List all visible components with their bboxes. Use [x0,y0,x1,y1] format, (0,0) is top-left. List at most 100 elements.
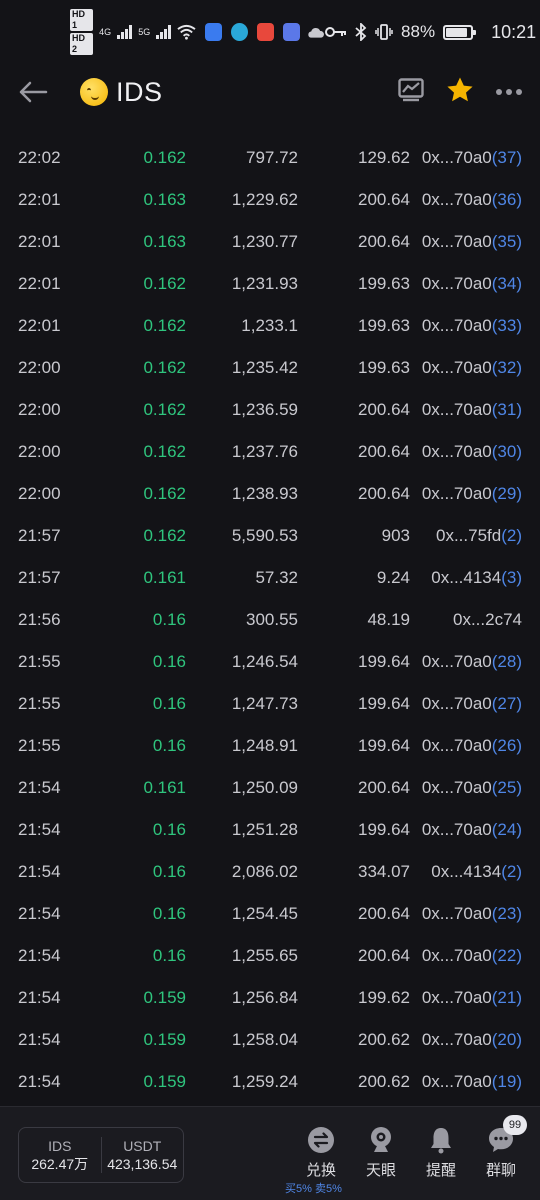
trade-amount: 1,233.1 [241,316,298,335]
trade-price: 0.16 [152,652,186,671]
trade-row[interactable]: 21:57 0.161 57.32 9.24 0x...4134(3) [0,556,540,598]
trade-row[interactable]: 22:00 0.162 1,238.93 200.64 0x...70a0(29… [0,472,540,514]
network-type-2: 5G [138,27,151,37]
trade-address[interactable]: 0x...70a0(36) [422,190,522,210]
trade-amount: 1,229.62 [231,190,298,209]
trade-price: 0.159 [143,1030,186,1049]
trade-row[interactable]: 22:01 0.163 1,230.77 200.64 0x...70a0(35… [0,220,540,262]
trade-count: (2) [501,526,522,545]
wifi-icon [177,24,196,40]
trade-row[interactable]: 22:01 0.163 1,229.62 200.64 0x...70a0(36… [0,178,540,220]
trade-address[interactable]: 0x...70a0(31) [422,400,522,420]
trade-address-text: 0x...70a0 [421,148,492,167]
more-button[interactable] [496,89,522,95]
trade-price: 0.162 [143,274,186,293]
trade-time: 21:54 [18,946,61,965]
trade-row[interactable]: 21:54 0.16 1,255.65 200.64 0x...70a0(22) [0,934,540,976]
trade-address[interactable]: 0x...70a0(33) [422,316,522,336]
trade-amount: 1,247.73 [231,694,298,713]
trade-value: 200.64 [358,232,410,251]
trade-row[interactable]: 21:54 0.16 1,251.28 199.64 0x...70a0(24) [0,808,540,850]
hd-indicator: HD 1 HD 2 [70,9,94,55]
key-icon [325,27,347,37]
trade-address[interactable]: 0x...70a0(29) [422,484,522,504]
trade-address-text: 0x...70a0 [421,820,492,839]
trade-row[interactable]: 21:57 0.162 5,590.53 903 0x...75fd(2) [0,514,540,556]
trade-price: 0.162 [143,442,186,461]
trade-address[interactable]: 0x...2c74 [453,610,522,630]
trade-count: (2) [501,862,522,881]
trade-row[interactable]: 21:55 0.16 1,246.54 199.64 0x...70a0(28) [0,640,540,682]
bottom-bar: IDS 262.47万 USDT 423,136.54 兑换 天眼 提醒 群聊 [0,1106,540,1200]
trade-address[interactable]: 0x...4134(2) [431,862,522,882]
trade-value: 199.64 [358,652,410,671]
trade-row[interactable]: 22:00 0.162 1,236.59 200.64 0x...70a0(31… [0,388,540,430]
trade-address[interactable]: 0x...70a0(27) [422,694,522,714]
trade-time: 21:55 [18,736,61,755]
trade-address[interactable]: 0x...70a0(30) [422,442,522,462]
vibrate-icon [375,24,393,40]
trade-address[interactable]: 0x...70a0(19) [422,1072,522,1092]
trade-value: 199.63 [358,316,410,335]
trade-address[interactable]: 0x...4134(3) [431,568,522,588]
token-logo-icon [80,78,108,106]
trade-row[interactable]: 21:56 0.16 300.55 48.19 0x...2c74 [0,598,540,640]
trade-address[interactable]: 0x...70a0(37) [422,148,522,168]
trade-address[interactable]: 0x...70a0(20) [422,1030,522,1050]
trade-row[interactable]: 21:54 0.159 1,258.04 200.62 0x...70a0(20… [0,1018,540,1060]
quote-balance-value: 423,136.54 [107,1156,178,1172]
trade-address[interactable]: 0x...75fd(2) [436,526,522,546]
trade-address[interactable]: 0x...70a0(21) [422,988,522,1008]
trade-address-text: 0x...4134 [431,862,502,881]
back-button[interactable] [18,72,58,112]
app-notification-icon-3 [257,23,275,41]
trade-row[interactable]: 21:54 0.161 1,250.09 200.64 0x...70a0(25… [0,766,540,808]
cloud-icon [308,28,325,38]
trade-row[interactable]: 21:55 0.16 1,247.73 199.64 0x...70a0(27) [0,682,540,724]
favorite-button[interactable] [446,76,474,108]
trade-count: (37) [491,148,522,167]
chart-button[interactable] [398,77,424,107]
trade-row[interactable]: 21:54 0.16 1,254.45 200.64 0x...70a0(23) [0,892,540,934]
balance-box[interactable]: IDS 262.47万 USDT 423,136.54 [18,1127,184,1183]
trade-row[interactable]: 22:01 0.162 1,231.93 199.63 0x...70a0(34… [0,262,540,304]
trade-address[interactable]: 0x...70a0(34) [422,274,522,294]
trade-address[interactable]: 0x...70a0(25) [422,778,522,798]
trade-value: 200.62 [358,1072,410,1091]
trade-address[interactable]: 0x...70a0(24) [422,820,522,840]
trade-row[interactable]: 22:00 0.162 1,237.76 200.64 0x...70a0(30… [0,430,540,472]
alert-label: 提醒 [425,1162,456,1179]
watch-button[interactable]: 天眼 [351,1125,411,1180]
trade-row[interactable]: 21:55 0.16 1,248.91 199.64 0x...70a0(26) [0,724,540,766]
trade-row[interactable]: 22:01 0.162 1,233.1 199.63 0x...70a0(33) [0,304,540,346]
status-bar: HD 1 HD 2 4G 5G 88% 10:21 [0,0,540,64]
trade-price: 0.159 [143,1072,186,1091]
trade-row[interactable]: 21:54 0.16 2,086.02 334.07 0x...4134(2) [0,850,540,892]
trade-amount: 57.32 [255,568,298,587]
trade-address[interactable]: 0x...70a0(23) [422,904,522,924]
trade-time: 21:57 [18,526,61,545]
trade-price: 0.161 [143,568,186,587]
trade-amount: 1,236.59 [231,400,298,419]
alert-button[interactable]: 提醒 [411,1125,471,1180]
trade-address[interactable]: 0x...70a0(32) [422,358,522,378]
trade-address-text: 0x...70a0 [421,400,492,419]
trade-address[interactable]: 0x...70a0(28) [422,652,522,672]
trade-address[interactable]: 0x...70a0(22) [422,946,522,966]
trade-value: 200.64 [358,442,410,461]
trade-row[interactable]: 21:54 0.159 1,256.84 199.62 0x...70a0(21… [0,976,540,1018]
trade-address[interactable]: 0x...70a0(26) [422,736,522,756]
quote-balance-label: USDT [123,1138,162,1154]
trade-row[interactable]: 22:02 0.162 797.72 129.62 0x...70a0(37) [0,136,540,178]
battery-percent: 88% [401,22,436,41]
nav-actions [398,76,522,108]
trade-address-text: 0x...70a0 [421,736,492,755]
trade-address[interactable]: 0x...70a0(35) [422,232,522,252]
swap-button[interactable]: 兑换 [291,1125,351,1180]
trade-amount: 5,590.53 [231,526,298,545]
trade-row[interactable]: 21:54 0.159 1,259.24 200.62 0x...70a0(19… [0,1060,540,1102]
trade-row[interactable]: 22:00 0.162 1,235.42 199.63 0x...70a0(32… [0,346,540,388]
trade-time: 21:54 [18,988,61,1007]
trade-count: (31) [491,400,522,419]
signal-1-icon [117,25,133,39]
